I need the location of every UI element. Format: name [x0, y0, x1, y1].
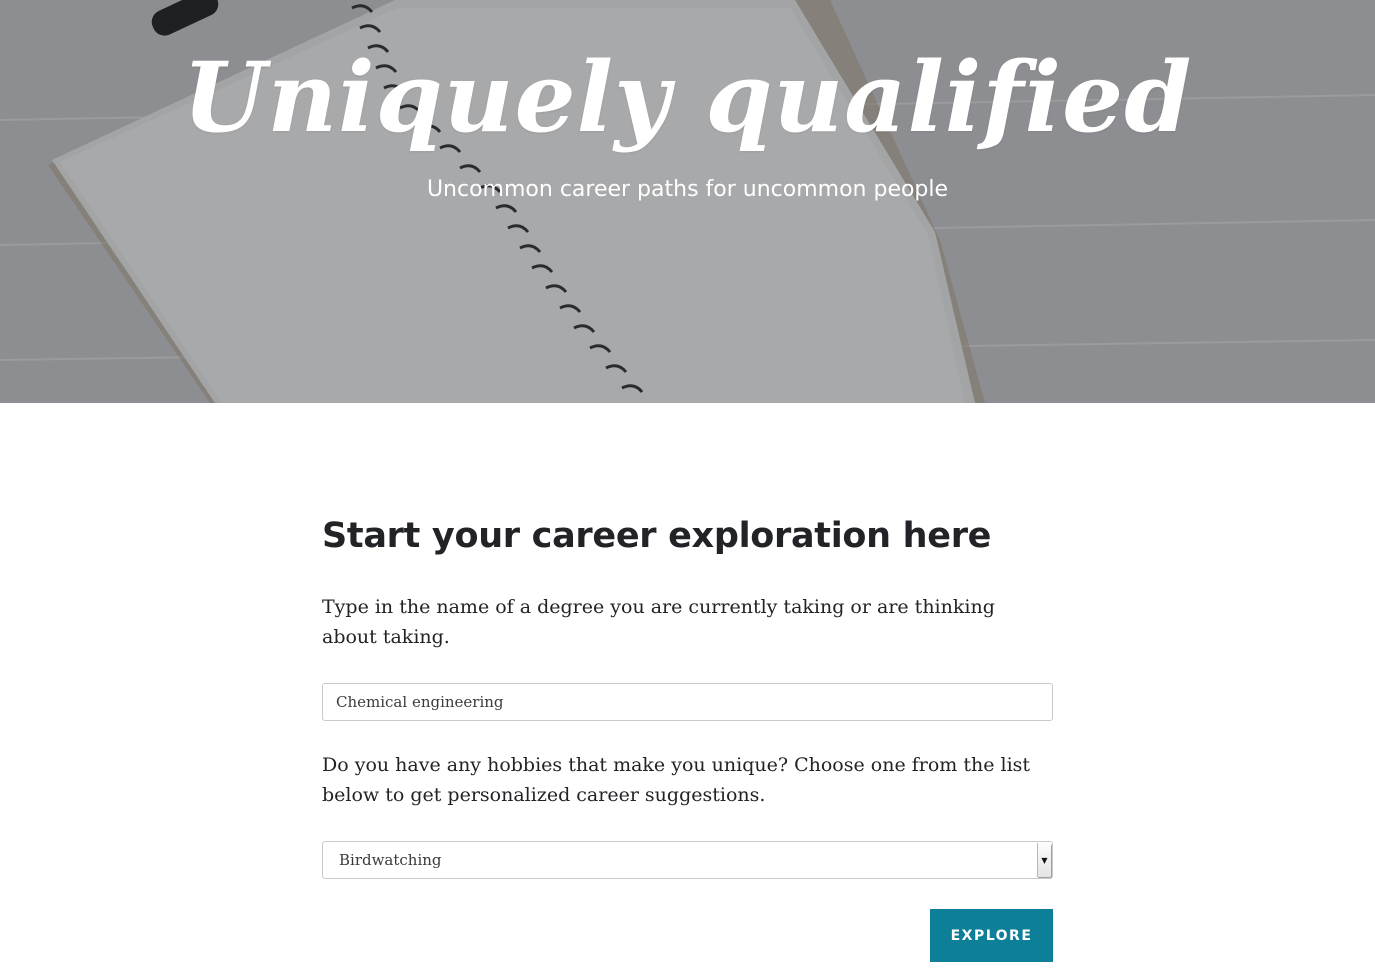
hobby-select[interactable]: Birdwatching ▼	[322, 841, 1053, 879]
hobby-select-value: Birdwatching	[339, 851, 442, 869]
explore-row: EXPLORE	[322, 909, 1053, 962]
hero-subtitle: Uncommon career paths for uncommon peopl…	[426, 177, 949, 202]
degree-input-value: Chemical engineering	[336, 693, 504, 711]
hobby-prompt: Do you have any hobbies that make you un…	[322, 754, 1031, 806]
hero-banner: Uniquely qualified Uncommon career paths…	[0, 0, 1375, 403]
explore-button[interactable]: EXPLORE	[930, 909, 1053, 962]
degree-input[interactable]: Chemical engineering	[322, 683, 1053, 721]
hero-title: Uniquely qualified	[182, 41, 1193, 154]
career-exploration-form: Start your career exploration here Type …	[322, 403, 1053, 962]
form-heading: Start your career exploration here	[322, 516, 992, 556]
degree-prompt: Type in the name of a degree you are cur…	[322, 596, 995, 648]
chevron-down-icon[interactable]: ▼	[1037, 843, 1051, 877]
